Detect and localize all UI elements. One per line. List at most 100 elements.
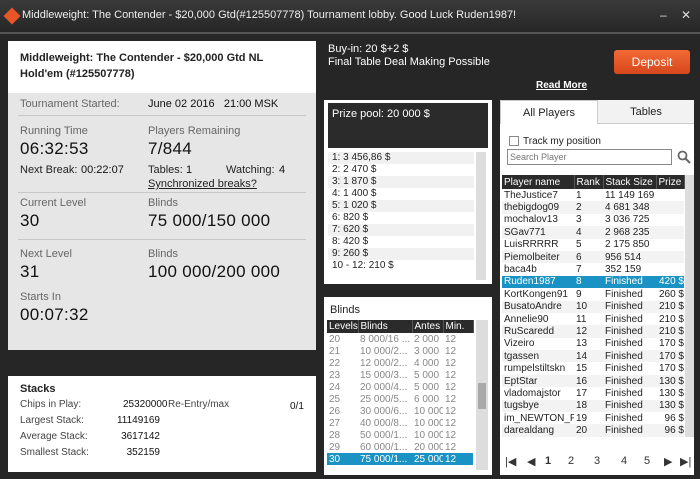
player-cell: 130 $: [656, 399, 684, 413]
player-cell: baca4b: [504, 264, 537, 276]
deposit-button[interactable]: Deposit: [614, 50, 690, 74]
prev-page-button[interactable]: ◀: [527, 455, 535, 468]
blinds-column-header[interactable]: Min.: [443, 320, 474, 333]
synchronized-breaks-link[interactable]: Synchronized breaks?: [148, 178, 257, 190]
minimize-button[interactable]: –: [660, 8, 667, 22]
player-cell: [656, 250, 684, 264]
tournament-info-panel: Middleweight: The Contender - $20,000 Gt…: [8, 41, 316, 350]
player-row[interactable]: mochalov13 3 3 036 725: [502, 214, 684, 226]
blinds-column-header[interactable]: Antes: [412, 320, 444, 333]
divider: [18, 192, 306, 193]
player-cell: Finished: [605, 363, 643, 375]
page-4-button[interactable]: 4: [621, 455, 627, 467]
reentry-value: 0/1: [290, 401, 304, 412]
player-cell: 170 $: [658, 338, 684, 350]
close-button[interactable]: ✕: [681, 8, 691, 22]
blinds-row[interactable]: 29 60 000/1... 20 000 12: [327, 441, 473, 453]
player-cell: 11: [576, 313, 587, 325]
blinds-row[interactable]: 23 15 000/3... 5 000 12: [327, 369, 473, 381]
search-player-input[interactable]: [507, 149, 672, 165]
player-cell: [656, 239, 684, 251]
player-cell: 3: [576, 214, 582, 226]
player-row[interactable]: tgassen 14 Finished 170 $: [502, 350, 684, 363]
blinds-cell: 12: [445, 441, 457, 453]
next-page-button[interactable]: ▶: [664, 455, 672, 468]
page-2-button[interactable]: 2: [568, 455, 574, 467]
page-1-button[interactable]: 1: [545, 455, 551, 467]
player-cell: 13: [576, 338, 588, 350]
blinds-row[interactable]: 25 25 000/5... 6 000 12: [327, 393, 473, 405]
player-row[interactable]: LuisRRRRR 5 2 175 850: [502, 239, 684, 251]
player-row[interactable]: EptStar 16 Finished 130 $: [502, 374, 684, 388]
blinds-row[interactable]: 20 8 000/16 ... 2 000 12: [327, 333, 473, 345]
page-3-button[interactable]: 3: [594, 455, 600, 467]
player-row[interactable]: Vizeiro 13 Finished 170 $: [502, 338, 684, 350]
player-cell: [656, 189, 684, 201]
players-scrollbar[interactable]: [685, 175, 694, 437]
blinds-title: Blinds: [330, 304, 360, 316]
player-row[interactable]: SGav771 4 2 968 235: [502, 226, 684, 239]
blinds-row[interactable]: 30 75 000/1... 25 000 12: [327, 453, 473, 465]
player-cell: 14: [574, 350, 603, 363]
player-cell: [656, 201, 684, 214]
blinds-cell: 20: [329, 333, 341, 345]
first-page-button[interactable]: |◀: [505, 455, 516, 468]
smallest-stack-value: 352159: [126, 447, 160, 458]
blinds-column-header[interactable]: Blinds: [358, 320, 413, 333]
blinds-cell: 12: [445, 345, 457, 357]
players-column-header[interactable]: Player name: [502, 175, 575, 189]
next-break-value: 00:22:07: [81, 164, 124, 176]
player-row[interactable]: rumpelstiltskn 15 Finished 170 $: [502, 362, 684, 374]
blinds-scroll-thumb[interactable]: [478, 383, 486, 409]
player-cell: [656, 263, 684, 275]
starts-in-label: Starts In: [20, 291, 61, 303]
player-cell: Ruden1987: [502, 275, 574, 289]
last-page-button[interactable]: ▶|: [680, 455, 691, 468]
tab-tables[interactable]: Tables: [598, 100, 694, 124]
blinds-cell: 28: [329, 429, 341, 441]
player-row[interactable]: tugsbye 18 Finished 130 $: [502, 399, 684, 413]
next-level-label: Next Level: [20, 248, 72, 260]
blinds-cell: 2 000: [414, 333, 440, 345]
players-tabs: All Players Tables: [500, 100, 694, 124]
read-more-link[interactable]: Read More: [536, 80, 587, 91]
blinds-cell: 12: [443, 453, 473, 465]
player-row[interactable]: darealdang 20 Finished 96 $: [502, 424, 684, 437]
track-position-checkbox[interactable]: [509, 136, 519, 146]
player-row[interactable]: Ruden1987 8 Finished 420 $: [502, 275, 684, 289]
player-cell: thebigdog09: [502, 201, 574, 214]
blinds-column-header[interactable]: Levels: [327, 320, 359, 333]
smallest-stack-label: Smallest Stack:: [20, 447, 89, 458]
prize-scrollbar[interactable]: [476, 152, 486, 280]
player-row[interactable]: Annelie90 11 Finished 210 $: [502, 313, 684, 325]
blinds-row[interactable]: 26 30 000/6... 10 000 12: [327, 405, 473, 417]
players-column-header[interactable]: Rank: [574, 175, 604, 189]
player-row[interactable]: RuScaredd 12 Finished 210 $: [502, 325, 684, 338]
player-row[interactable]: TheJustice7 1 11 149 169: [502, 189, 684, 201]
blinds-row[interactable]: 27 40 000/8... 10 000 12: [327, 417, 473, 429]
divider: [18, 115, 306, 116]
blinds-cell: 10 000: [414, 405, 443, 417]
player-cell: 1: [576, 189, 582, 201]
blinds-row[interactable]: 24 20 000/4... 5 000 12: [327, 381, 473, 393]
player-cell: 210 $: [656, 300, 684, 313]
players-column-header[interactable]: Stack Size: [603, 175, 657, 189]
player-row[interactable]: baca4b 7 352 159: [502, 263, 684, 275]
players-table: Player name Rank Stack Size Prize TheJustic…: [502, 175, 685, 437]
track-position-label: Track my position: [523, 136, 601, 147]
player-cell: 20: [574, 424, 603, 437]
player-row[interactable]: vladomajstor 17 Finished 130 $: [502, 387, 684, 399]
player-row[interactable]: KortKongen91 9 Finished 260 $: [502, 288, 684, 300]
player-row[interactable]: Piemolbeiter 6 956 514: [502, 250, 684, 264]
blinds-cell: 24: [329, 381, 341, 393]
tab-all-players[interactable]: All Players: [500, 100, 598, 124]
players-column-header[interactable]: Prize: [656, 175, 685, 189]
player-row[interactable]: BusatoAndre 10 Finished 210 $: [502, 300, 684, 313]
search-icon[interactable]: [677, 150, 691, 164]
page-5-button[interactable]: 5: [644, 455, 650, 467]
player-row[interactable]: im_NEWTON_FL 19 Finished 96 $: [502, 412, 684, 424]
blinds-row[interactable]: 22 12 000/2... 4 000 12: [327, 357, 473, 369]
player-row[interactable]: thebigdog09 2 4 681 348: [502, 201, 684, 214]
blinds-row[interactable]: 28 50 000/1... 10 000 12: [327, 429, 473, 441]
blinds-row[interactable]: 21 10 000/2... 3 000 12: [327, 345, 473, 357]
